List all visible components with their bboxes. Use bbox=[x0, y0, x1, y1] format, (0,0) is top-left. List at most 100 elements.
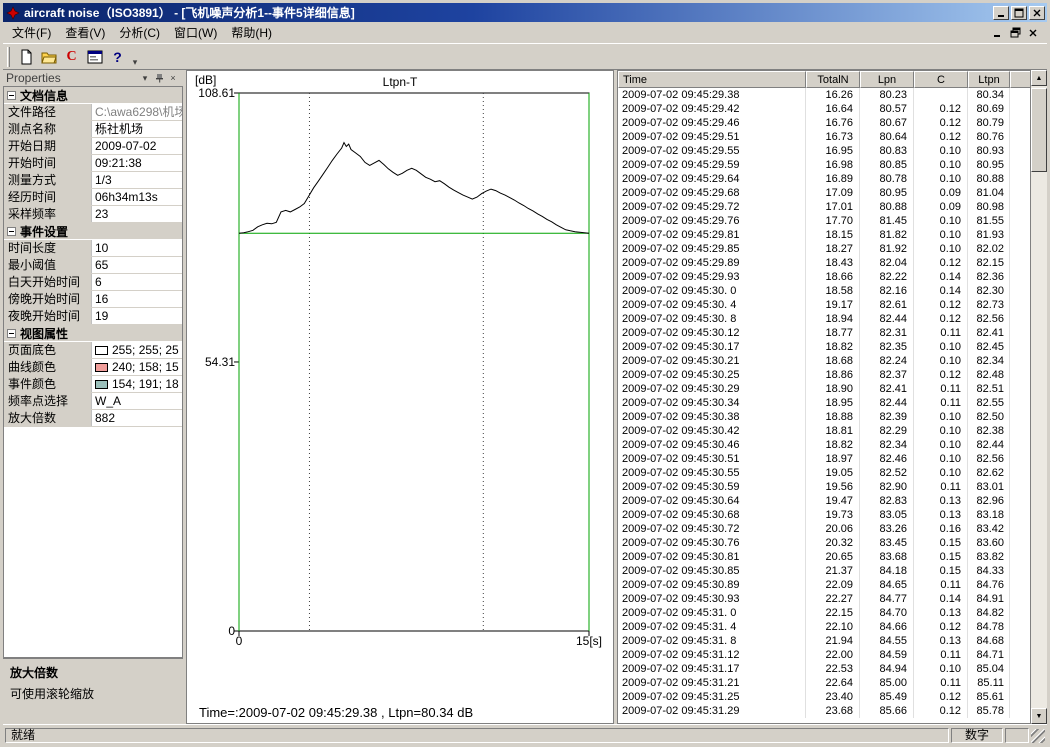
table-row[interactable]: 2009-07-02 09:45:30.5519.0582.520.1082.6… bbox=[618, 466, 1030, 480]
property-section-header[interactable]: 事件设置 bbox=[4, 223, 182, 240]
menu-item-c[interactable]: 分析(C) bbox=[112, 21, 167, 44]
property-value[interactable]: 255; 255; 25 bbox=[92, 342, 182, 358]
property-row[interactable]: 测量方式1/3 bbox=[4, 172, 182, 189]
column-header-time[interactable]: Time bbox=[618, 71, 806, 88]
property-section-header[interactable]: 文档信息 bbox=[4, 87, 182, 104]
table-row[interactable]: 2009-07-02 09:45:31.1722.5384.940.1085.0… bbox=[618, 662, 1030, 676]
close-button[interactable] bbox=[1029, 6, 1045, 20]
property-value[interactable]: 154; 191; 18 bbox=[92, 376, 182, 392]
property-row[interactable]: 事件颜色154; 191; 18 bbox=[4, 376, 182, 393]
property-value[interactable]: 16 bbox=[92, 291, 182, 307]
property-value[interactable]: 19 bbox=[92, 308, 182, 324]
property-row[interactable]: 时间长度10 bbox=[4, 240, 182, 257]
table-row[interactable]: 2009-07-02 09:45:30.8120.6583.680.1583.8… bbox=[618, 550, 1030, 564]
maximize-button[interactable] bbox=[1011, 6, 1027, 20]
menu-item-v[interactable]: 查看(V) bbox=[58, 21, 112, 44]
property-value[interactable]: 栎社机场 bbox=[92, 121, 182, 137]
mdi-minimize-button[interactable] bbox=[989, 26, 1005, 39]
table-row[interactable]: 2009-07-02 09:45:30.3418.9582.440.1182.5… bbox=[618, 396, 1030, 410]
property-row[interactable]: 频率点选择W_A bbox=[4, 393, 182, 410]
scroll-up-icon[interactable]: ▲ bbox=[1031, 70, 1047, 86]
property-row[interactable]: 测点名称栎社机场 bbox=[4, 121, 182, 138]
property-row[interactable]: 放大倍数882 bbox=[4, 410, 182, 427]
property-value[interactable]: 09:21:38 bbox=[92, 155, 182, 171]
property-row[interactable]: 开始时间09:21:38 bbox=[4, 155, 182, 172]
property-value[interactable]: 6 bbox=[92, 274, 182, 290]
table-row[interactable]: 2009-07-02 09:45:29.4216.6480.570.1280.6… bbox=[618, 102, 1030, 116]
collapse-icon[interactable] bbox=[7, 227, 16, 236]
property-row[interactable]: 傍晚开始时间16 bbox=[4, 291, 182, 308]
property-value[interactable]: 240; 158; 15 bbox=[92, 359, 182, 375]
property-value[interactable]: 10 bbox=[92, 240, 182, 256]
panel-close-icon[interactable]: × bbox=[166, 72, 180, 85]
table-row[interactable]: 2009-07-02 09:45:29.8118.1581.820.1081.9… bbox=[618, 228, 1030, 242]
property-value[interactable]: 2009-07-02 bbox=[92, 138, 182, 154]
property-row[interactable]: 夜晚开始时间19 bbox=[4, 308, 182, 325]
table-row[interactable]: 2009-07-02 09:45:30.3818.8882.390.1082.5… bbox=[618, 410, 1030, 424]
scrollbar-thumb[interactable] bbox=[1031, 88, 1047, 172]
collapse-icon[interactable] bbox=[7, 91, 16, 100]
property-row[interactable]: 最小阈值65 bbox=[4, 257, 182, 274]
table-row[interactable]: 2009-07-02 09:45:30.7220.0683.260.1683.4… bbox=[618, 522, 1030, 536]
table-row[interactable]: 2009-07-02 09:45:29.7617.7081.450.1081.5… bbox=[618, 214, 1030, 228]
event-properties-button[interactable] bbox=[83, 46, 106, 68]
property-row[interactable]: 曲线颜色240; 158; 15 bbox=[4, 359, 182, 376]
resize-grip[interactable] bbox=[1031, 729, 1045, 743]
column-header-c[interactable]: C bbox=[914, 71, 968, 88]
property-row[interactable]: 经历时间06h34m13s bbox=[4, 189, 182, 206]
table-row[interactable]: 2009-07-02 09:45:31.2523.4085.490.1285.6… bbox=[618, 690, 1030, 704]
minimize-button[interactable] bbox=[993, 6, 1009, 20]
table-row[interactable]: 2009-07-02 09:45:29.8518.2781.920.1082.0… bbox=[618, 242, 1030, 256]
table-row[interactable]: 2009-07-02 09:45:30.5118.9782.460.1082.5… bbox=[618, 452, 1030, 466]
menu-item-f[interactable]: 文件(F) bbox=[5, 21, 58, 44]
collapse-icon[interactable] bbox=[7, 329, 16, 338]
property-row[interactable]: 页面底色255; 255; 25 bbox=[4, 342, 182, 359]
vertical-scrollbar[interactable]: ▲ ▼ bbox=[1031, 70, 1047, 724]
table-row[interactable]: 2009-07-02 09:45:29.6416.8980.780.1080.8… bbox=[618, 172, 1030, 186]
table-row[interactable]: 2009-07-02 09:45:29.7217.0180.880.0980.9… bbox=[618, 200, 1030, 214]
table-row[interactable]: 2009-07-02 09:45:31.1222.0084.590.1184.7… bbox=[618, 648, 1030, 662]
table-row[interactable]: 2009-07-02 09:45:31.2923.6885.660.1285.7… bbox=[618, 704, 1030, 718]
table-row[interactable]: 2009-07-02 09:45:30.2118.6882.240.1082.3… bbox=[618, 354, 1030, 368]
table-row[interactable]: 2009-07-02 09:45:30.9322.2784.770.1484.9… bbox=[618, 592, 1030, 606]
table-row[interactable]: 2009-07-02 09:45:30.6819.7383.050.1383.1… bbox=[618, 508, 1030, 522]
table-row[interactable]: 2009-07-02 09:45:30.7620.3283.450.1583.6… bbox=[618, 536, 1030, 550]
property-row[interactable]: 白天开始时间6 bbox=[4, 274, 182, 291]
property-row[interactable]: 开始日期2009-07-02 bbox=[4, 138, 182, 155]
property-value[interactable]: 1/3 bbox=[92, 172, 182, 188]
table-row[interactable]: 2009-07-02 09:45:30.1718.8282.350.1082.4… bbox=[618, 340, 1030, 354]
property-row[interactable]: 文件路径C:\awa6298\机场 bbox=[4, 104, 182, 121]
table-row[interactable]: 2009-07-02 09:45:30.2518.8682.370.1282.4… bbox=[618, 368, 1030, 382]
panel-menu-icon[interactable]: ▾ bbox=[138, 72, 152, 85]
table-row[interactable]: 2009-07-02 09:45:29.5116.7380.640.1280.7… bbox=[618, 130, 1030, 144]
menu-item-w[interactable]: 窗口(W) bbox=[167, 21, 224, 44]
table-row[interactable]: 2009-07-02 09:45:30.6419.4782.830.1382.9… bbox=[618, 494, 1030, 508]
table-row[interactable]: 2009-07-02 09:45:30. 818.9482.440.1282.5… bbox=[618, 312, 1030, 326]
title-bar[interactable]: aircraft noise（ISO3891） - [飞机噪声分析1--事件5详… bbox=[3, 3, 1047, 22]
scroll-down-icon[interactable]: ▼ bbox=[1031, 708, 1047, 724]
mdi-restore-button[interactable] bbox=[1007, 26, 1023, 39]
pin-icon[interactable] bbox=[152, 72, 166, 85]
c-weighting-button[interactable]: C bbox=[60, 46, 83, 68]
properties-panel-header[interactable]: Properties ▾ × bbox=[3, 70, 183, 86]
table-row[interactable]: 2009-07-02 09:45:29.6817.0980.950.0981.0… bbox=[618, 186, 1030, 200]
table-row[interactable]: 2009-07-02 09:45:31. 821.9484.550.1384.6… bbox=[618, 634, 1030, 648]
table-row[interactable]: 2009-07-02 09:45:29.5916.9880.850.1080.9… bbox=[618, 158, 1030, 172]
table-row[interactable]: 2009-07-02 09:45:31.2122.6485.000.1185.1… bbox=[618, 676, 1030, 690]
column-header-ltpn[interactable]: Ltpn bbox=[968, 71, 1010, 88]
column-header-totaln[interactable]: TotalN bbox=[806, 71, 860, 88]
table-row[interactable]: 2009-07-02 09:45:30. 018.5882.160.1482.3… bbox=[618, 284, 1030, 298]
property-value[interactable]: 23 bbox=[92, 206, 182, 222]
table-row[interactable]: 2009-07-02 09:45:30.2918.9082.410.1182.5… bbox=[618, 382, 1030, 396]
property-value[interactable]: C:\awa6298\机场 bbox=[92, 104, 182, 120]
table-row[interactable]: 2009-07-02 09:45:29.3816.2680.2380.34 bbox=[618, 88, 1030, 102]
table-row[interactable]: 2009-07-02 09:45:29.8918.4382.040.1282.1… bbox=[618, 256, 1030, 270]
chart-svg[interactable] bbox=[187, 71, 613, 649]
scrollbar-track[interactable] bbox=[1031, 86, 1047, 708]
property-value[interactable]: W_A bbox=[92, 393, 182, 409]
table-row[interactable]: 2009-07-02 09:45:30.1218.7782.310.1182.4… bbox=[618, 326, 1030, 340]
toolbar-grip[interactable] bbox=[7, 47, 10, 67]
new-document-button[interactable] bbox=[14, 46, 37, 68]
table-row[interactable]: 2009-07-02 09:45:30.8521.3784.180.1584.3… bbox=[618, 564, 1030, 578]
table-row[interactable]: 2009-07-02 09:45:29.9318.6682.220.1482.3… bbox=[618, 270, 1030, 284]
